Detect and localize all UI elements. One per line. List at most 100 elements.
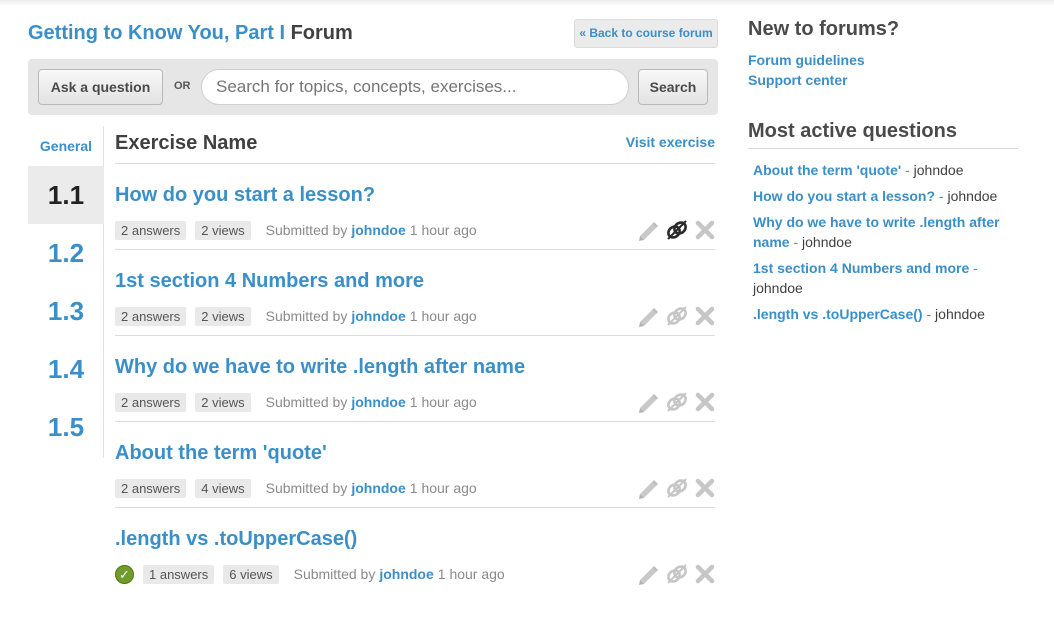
question-row: About the term 'quote' 2 answers 4 views Su… — [115, 422, 715, 508]
timestamp: 1 hour ago — [409, 394, 477, 410]
answers-count-badge: 2 answers — [115, 220, 187, 240]
active-question-link[interactable]: How do you start a lesson? — [753, 188, 935, 204]
question-row: .length vs .toUpperCase() ✓ 1 answers 6 vie… — [115, 508, 715, 594]
close-icon[interactable] — [693, 562, 717, 586]
active-question-author: johndoe — [935, 306, 985, 322]
pencil-icon[interactable] — [637, 476, 661, 500]
active-question-author: johndoe — [913, 162, 964, 178]
chain-link-icon[interactable] — [665, 390, 689, 414]
author-link[interactable]: johndoe — [351, 394, 405, 410]
question-actions — [631, 390, 715, 414]
main-column: Getting to Know You, Part I Forum « Back… — [28, 0, 718, 630]
exercise-nav-item[interactable]: 1.5 — [28, 398, 104, 456]
pencil-icon[interactable] — [637, 218, 661, 242]
question-title-link[interactable]: Why do we have to write .length after na… — [115, 356, 525, 379]
answers-count-badge: 2 answers — [115, 306, 187, 326]
question-meta: 2 answers 2 views Submitted by johndoe 1 hou… — [115, 392, 477, 412]
ask-question-button[interactable]: Ask a question — [38, 69, 163, 105]
question-meta: 2 answers 2 views Submitted by johndoe 1 hou… — [115, 306, 477, 326]
timestamp: 1 hour ago — [409, 308, 477, 324]
answers-count-badge: 2 answers — [115, 478, 187, 498]
most-active-heading: Most active questions — [748, 120, 1018, 149]
question-row: 1st section 4 Numbers and more 2 answers 2… — [115, 250, 715, 336]
chain-link-icon[interactable] — [665, 304, 689, 328]
pencil-icon[interactable] — [637, 390, 661, 414]
author-link[interactable]: johndoe — [351, 222, 405, 238]
chain-link-icon[interactable] — [665, 476, 689, 500]
search-input[interactable] — [201, 69, 629, 105]
timestamp: 1 hour ago — [409, 480, 477, 496]
exercise-nav-item[interactable]: 1.4 — [28, 340, 104, 398]
active-question-author: johndoe — [947, 188, 998, 204]
answers-count-badge: 1 answers — [143, 564, 215, 584]
separator: - — [922, 306, 936, 322]
forum-word: Forum — [290, 22, 353, 44]
question-actions — [631, 476, 715, 500]
author-link[interactable]: johndoe — [351, 308, 405, 324]
question-row: Why do we have to write .length after na… — [115, 336, 715, 422]
question-row: How do you start a lesson? 2 answers 2 vie… — [115, 164, 715, 250]
question-title-link[interactable]: .length vs .toUpperCase() — [115, 528, 357, 551]
most-active-list: About the term 'quote' - johndoe How do y… — [753, 160, 1023, 330]
pencil-icon[interactable] — [637, 304, 661, 328]
question-title-link[interactable]: About the term 'quote' — [115, 442, 327, 465]
exercise-nav: General 1.1 1.2 1.3 1.4 1.5 — [28, 126, 104, 458]
views-count-badge: 2 views — [195, 392, 251, 412]
active-question-link[interactable]: 1st section 4 Numbers and more — [753, 260, 969, 276]
author-link[interactable]: johndoe — [379, 566, 433, 582]
new-to-forums-heading: New to forums? — [748, 18, 900, 40]
exercise-nav-item[interactable]: 1.3 — [28, 282, 104, 340]
separator: - — [969, 260, 978, 276]
close-icon[interactable] — [693, 476, 717, 500]
timestamp: 1 hour ago — [409, 222, 477, 238]
exercise-nav-item[interactable]: 1.1 — [28, 166, 104, 224]
views-count-badge: 2 views — [195, 220, 251, 240]
question-meta: 2 answers 4 views Submitted by johndoe 1 hou… — [115, 478, 477, 498]
or-label: OR — [174, 80, 191, 92]
views-count-badge: 6 views — [223, 564, 279, 584]
question-meta: ✓ 1 answers 6 views Submitted by johndoe 1 ho… — [115, 564, 505, 584]
author-link[interactable]: johndoe — [351, 480, 405, 496]
search-button[interactable]: Search — [638, 69, 708, 105]
separator: - — [935, 188, 948, 204]
page-title: Getting to Know You, Part I Forum — [28, 22, 353, 45]
submitted-by-label: Submitted by — [265, 394, 348, 410]
active-question-link[interactable]: About the term 'quote' — [753, 162, 901, 178]
submitted-by-label: Submitted by — [293, 566, 376, 582]
support-center-link[interactable]: Support center — [748, 72, 848, 88]
submitted-by-label: Submitted by — [265, 480, 348, 496]
active-question-item: 1st section 4 Numbers and more - johndoe — [753, 258, 1023, 298]
visit-exercise-link[interactable]: Visit exercise — [626, 134, 715, 150]
question-actions — [631, 562, 715, 586]
pencil-icon[interactable] — [637, 562, 661, 586]
timestamp: 1 hour ago — [437, 566, 505, 582]
submitted-by-label: Submitted by — [265, 308, 348, 324]
active-question-author: johndoe — [802, 234, 852, 250]
exercise-nav-item[interactable]: 1.2 — [28, 224, 104, 282]
submitted-by-label: Submitted by — [265, 222, 348, 238]
answers-count-badge: 2 answers — [115, 392, 187, 412]
list-header: Exercise Name Visit exercise — [115, 126, 715, 164]
close-icon[interactable] — [693, 390, 717, 414]
views-count-badge: 2 views — [195, 306, 251, 326]
question-meta: 2 answers 2 views Submitted by johndoe 1 hou… — [115, 220, 477, 240]
question-title-link[interactable]: 1st section 4 Numbers and more — [115, 270, 424, 293]
close-icon[interactable] — [693, 218, 717, 242]
back-to-course-forum-button[interactable]: « Back to course forum — [574, 19, 718, 48]
course-title-link[interactable]: Getting to Know You, Part I — [28, 22, 285, 44]
question-title-link[interactable]: How do you start a lesson? — [115, 184, 375, 207]
forum-guidelines-link[interactable]: Forum guidelines — [748, 52, 865, 68]
exercise-nav-general[interactable]: General — [28, 138, 104, 154]
sidebar: New to forums? Forum guidelines Support … — [748, 0, 1028, 630]
active-question-item: .length vs .toUpperCase() - johndoe — [753, 304, 1023, 324]
search-bar: Ask a question OR Search — [28, 59, 718, 115]
question-actions — [631, 218, 715, 242]
active-question-author: johndoe — [753, 280, 803, 296]
exercise-name-heading: Exercise Name — [115, 132, 258, 154]
active-question-link[interactable]: .length vs .toUpperCase() — [753, 306, 923, 322]
chain-link-icon[interactable] — [665, 562, 689, 586]
close-icon[interactable] — [693, 304, 717, 328]
checkmark-icon: ✓ — [115, 564, 134, 584]
views-count-badge: 4 views — [195, 478, 251, 498]
chain-link-icon[interactable] — [665, 218, 689, 242]
